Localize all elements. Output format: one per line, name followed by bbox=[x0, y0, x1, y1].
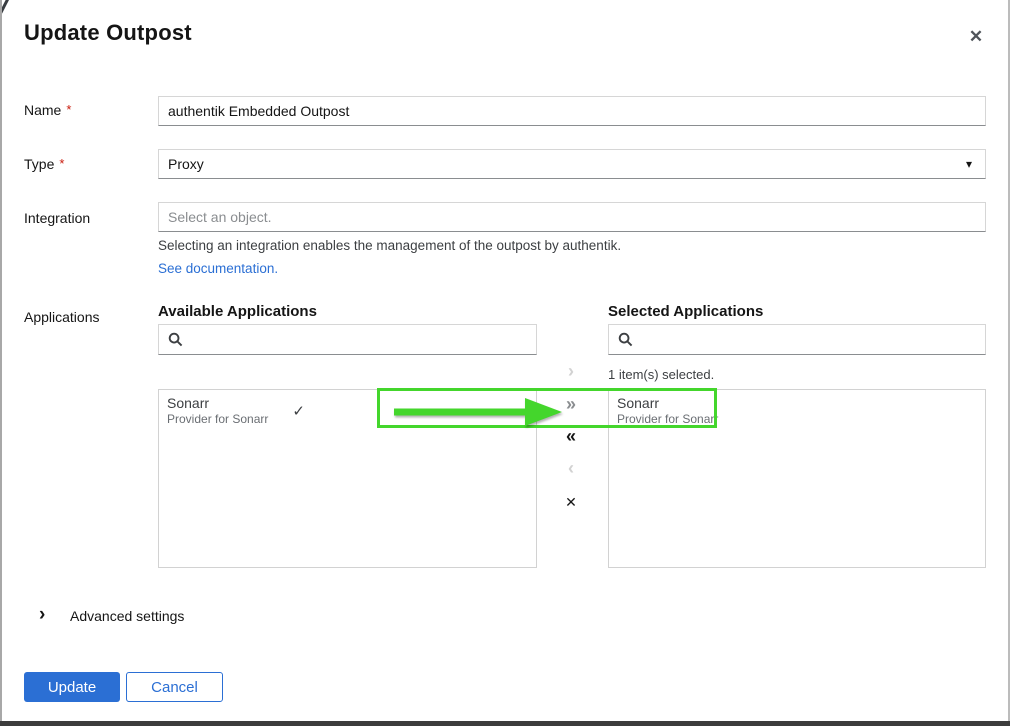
page-title: Update Outpost bbox=[24, 20, 192, 46]
integration-select-input[interactable] bbox=[158, 202, 986, 232]
list-item[interactable]: Sonarr Provider for Sonarr ✓ bbox=[159, 390, 536, 432]
list-item-title: Sonarr bbox=[167, 395, 268, 412]
list-item-title: Sonarr bbox=[617, 395, 718, 412]
cancel-button[interactable]: Cancel bbox=[126, 672, 223, 702]
selected-count-text: 1 item(s) selected. bbox=[608, 367, 714, 382]
applications-label: Applications bbox=[24, 309, 100, 325]
selected-search-box bbox=[608, 324, 986, 355]
chevron-down-icon: ▾ bbox=[966, 157, 972, 171]
remove-all-button[interactable]: « bbox=[557, 424, 585, 448]
add-selected-button[interactable]: › bbox=[557, 359, 585, 383]
bottom-bar bbox=[0, 721, 1010, 726]
name-label-text: Name bbox=[24, 102, 61, 118]
integration-help-text: Selecting an integration enables the man… bbox=[158, 238, 621, 253]
available-applications-list: Sonarr Provider for Sonarr ✓ bbox=[158, 389, 537, 568]
name-input[interactable] bbox=[158, 96, 986, 126]
clear-selection-button[interactable]: ✕ bbox=[557, 490, 585, 514]
list-item-text: Sonarr Provider for Sonarr bbox=[167, 395, 268, 427]
update-button[interactable]: Update bbox=[24, 672, 120, 702]
required-asterisk: * bbox=[59, 156, 64, 171]
corner-mark bbox=[0, 0, 10, 14]
chevron-right-icon[interactable]: › bbox=[39, 605, 45, 625]
list-item-description: Provider for Sonarr bbox=[167, 412, 268, 427]
search-icon bbox=[618, 332, 633, 347]
see-documentation-link[interactable]: See documentation. bbox=[158, 261, 278, 276]
type-label-text: Type bbox=[24, 156, 54, 172]
available-search-input[interactable] bbox=[191, 331, 527, 349]
search-icon bbox=[168, 332, 183, 347]
type-label: Type * bbox=[24, 156, 64, 172]
list-item-text: Sonarr Provider for Sonarr bbox=[617, 395, 718, 427]
available-search-box bbox=[158, 324, 537, 355]
advanced-settings-toggle[interactable]: Advanced settings bbox=[70, 608, 184, 624]
remove-selected-button[interactable]: ‹ bbox=[557, 456, 585, 480]
integration-label: Integration bbox=[24, 210, 90, 226]
selected-applications-list: Sonarr Provider for Sonarr bbox=[608, 389, 986, 568]
add-all-button[interactable]: » bbox=[557, 392, 585, 416]
selected-search-input[interactable] bbox=[641, 331, 976, 349]
close-icon[interactable]: ✕ bbox=[965, 26, 987, 48]
list-item-description: Provider for Sonarr bbox=[617, 412, 718, 427]
available-applications-header: Available Applications bbox=[158, 303, 317, 320]
check-icon: ✓ bbox=[292, 402, 305, 420]
list-item[interactable]: Sonarr Provider for Sonarr bbox=[609, 390, 985, 432]
type-select-value: Proxy bbox=[168, 156, 204, 172]
name-label: Name * bbox=[24, 102, 71, 118]
type-select[interactable]: Proxy ▾ bbox=[158, 149, 986, 179]
required-asterisk: * bbox=[66, 102, 71, 117]
selected-applications-header: Selected Applications bbox=[608, 303, 763, 320]
